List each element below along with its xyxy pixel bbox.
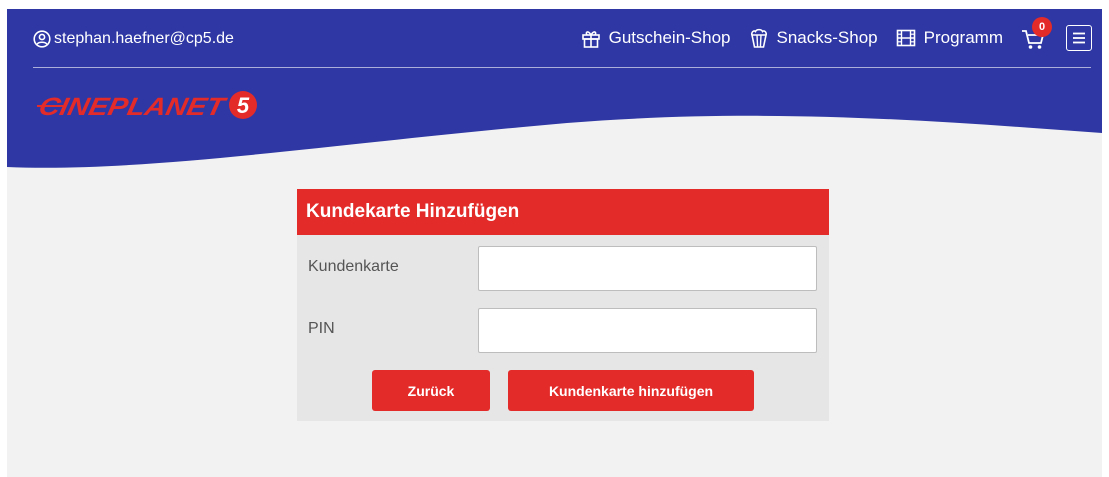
nav-programm[interactable]: Programm — [895, 27, 1003, 49]
top-bar: stephan.haefner@cp5.de Gutschein-Shop Sn… — [7, 9, 1102, 67]
cineplanet-logo[interactable]: CINEPLANET 5 — [37, 89, 263, 123]
form-title: Kundekarte Hinzufügen — [297, 189, 829, 235]
menu-button[interactable] — [1066, 25, 1092, 51]
header-divider — [33, 67, 1091, 68]
card-number-row: Kundenkarte — [297, 246, 829, 291]
pin-label: PIN — [308, 320, 335, 337]
cart-button[interactable]: 0 — [1020, 17, 1052, 52]
pin-row: PIN — [297, 308, 829, 353]
pin-input[interactable] — [478, 308, 817, 353]
user-icon — [33, 30, 51, 48]
card-number-input[interactable] — [478, 246, 817, 291]
nav-snacks-shop[interactable]: Snacks-Shop — [748, 27, 878, 49]
main-nav: Gutschein-Shop Snacks-Shop Programm 0 — [580, 17, 1092, 55]
popcorn-icon — [750, 28, 767, 48]
film-icon — [896, 29, 915, 47]
add-card-button[interactable]: Kundenkarte hinzufügen — [508, 370, 754, 411]
nav-snacks-shop-label: Snacks-Shop — [776, 28, 878, 47]
gift-icon — [581, 31, 600, 48]
logo-number: 5 — [237, 93, 250, 118]
nav-gutschein-shop-label: Gutschein-Shop — [608, 28, 731, 47]
user-account[interactable]: stephan.haefner@cp5.de — [33, 29, 234, 49]
back-button[interactable]: Zurück — [372, 370, 490, 411]
nav-gutschein-shop[interactable]: Gutschein-Shop — [580, 27, 731, 49]
add-customer-card-form: Kundekarte Hinzufügen Kundenkarte PIN Zu… — [297, 189, 829, 421]
card-number-label: Kundenkarte — [308, 258, 399, 275]
hamburger-menu-icon — [1073, 32, 1085, 44]
logo-text: CINEPLANET — [37, 93, 230, 121]
page: stephan.haefner@cp5.de Gutschein-Shop Sn… — [7, 9, 1102, 477]
user-email: stephan.haefner@cp5.de — [54, 30, 234, 47]
nav-programm-label: Programm — [923, 28, 1003, 47]
cart-count-badge: 0 — [1032, 17, 1052, 37]
